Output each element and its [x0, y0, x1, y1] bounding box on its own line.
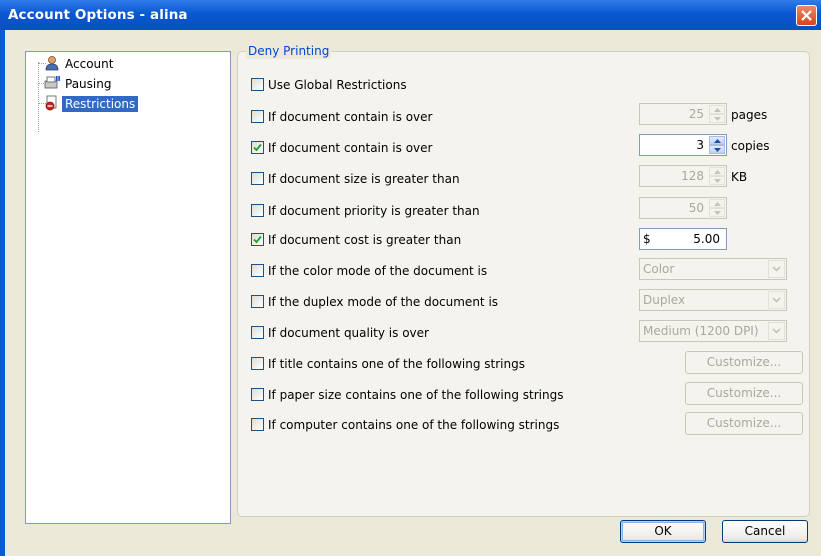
arrow-down-icon: [714, 211, 721, 215]
copies-unit: copies: [731, 139, 770, 153]
restrictions-icon: [45, 95, 57, 111]
window-title: Account Options - alina: [8, 7, 188, 23]
checkbox-label: If document contain is over: [268, 141, 433, 155]
spin-up-button[interactable]: [709, 105, 725, 114]
priority-checkbox[interactable]: [251, 204, 264, 217]
size-spinner[interactable]: 128: [639, 165, 727, 187]
color-mode-select[interactable]: Color: [639, 258, 787, 280]
arrow-up-icon: [714, 202, 721, 206]
checkmark-icon: [253, 235, 262, 244]
size-checkbox[interactable]: [251, 172, 264, 185]
tree-item-restrictions[interactable]: Restrictions: [62, 96, 139, 112]
copies-spinner[interactable]: 3: [639, 134, 727, 156]
cost-value: 5.00: [693, 232, 720, 246]
tree-item-label: Pausing: [65, 77, 112, 91]
title-customize-button[interactable]: Customize...: [685, 351, 803, 374]
arrow-up-icon: [714, 139, 721, 143]
chevron-down-icon: [772, 297, 781, 303]
checkbox-label: If the color mode of the document is: [268, 264, 488, 278]
checkbox-label: If paper size contains one of the follow…: [268, 388, 564, 402]
dropdown-button[interactable]: [768, 260, 785, 278]
quality-checkbox[interactable]: [251, 326, 264, 339]
checkbox-label: If title contains one of the following s…: [268, 357, 525, 371]
arrow-up-icon: [714, 108, 721, 112]
quality-select[interactable]: Medium (1200 DPI): [639, 320, 787, 342]
ok-button[interactable]: OK: [620, 520, 706, 543]
paper-strings-checkbox[interactable]: [251, 388, 264, 401]
duplex-mode-checkbox[interactable]: [251, 295, 264, 308]
tree-connector: [38, 62, 39, 132]
select-value: Color: [643, 262, 675, 276]
close-button[interactable]: [796, 5, 817, 26]
paper-customize-button[interactable]: Customize...: [685, 382, 803, 405]
user-icon: [45, 56, 59, 71]
duplex-mode-select[interactable]: Duplex: [639, 289, 787, 311]
checkmark-icon: [253, 143, 262, 152]
dialog-client: Account Pausing Restrictions Deny Printi…: [5, 30, 821, 556]
spin-up-button[interactable]: [709, 167, 725, 176]
close-icon: [801, 10, 812, 21]
size-unit: KB: [731, 170, 748, 184]
tree-item-label: Restrictions: [65, 97, 136, 111]
spin-down-button[interactable]: [709, 145, 725, 154]
title-strings-checkbox[interactable]: [251, 357, 264, 370]
spin-down-button[interactable]: [709, 176, 725, 185]
select-value: Medium (1200 DPI): [643, 324, 759, 338]
checkbox-label: If document quality is over: [268, 326, 429, 340]
title-bar[interactable]: Account Options - alina: [0, 0, 821, 30]
checkbox-label: If computer contains one of the followin…: [268, 418, 560, 432]
printer-pause-icon: [44, 76, 60, 89]
pages-unit: pages: [731, 108, 768, 122]
chevron-down-icon: [772, 266, 781, 272]
checkbox-label: Use Global Restrictions: [268, 78, 407, 92]
global-restrictions-checkbox[interactable]: [251, 78, 264, 91]
select-value: Duplex: [643, 293, 686, 307]
arrow-down-icon: [714, 148, 721, 152]
spin-up-button[interactable]: [709, 136, 725, 145]
arrow-up-icon: [714, 170, 721, 174]
checkbox-label: If document contain is over: [268, 110, 433, 124]
currency-symbol: $: [643, 232, 651, 246]
chevron-down-icon: [772, 328, 781, 334]
cost-input[interactable]: $ 5.00: [639, 228, 727, 250]
priority-spinner[interactable]: 50: [639, 197, 727, 219]
arrow-down-icon: [714, 117, 721, 121]
spin-up-button[interactable]: [709, 199, 725, 208]
arrow-down-icon: [714, 179, 721, 183]
pages-checkbox[interactable]: [251, 110, 264, 123]
checkbox-label: If document priority is greater than: [268, 204, 480, 218]
spinner-value: 25: [688, 107, 704, 121]
spin-down-button[interactable]: [709, 208, 725, 217]
computer-customize-button[interactable]: Customize...: [685, 412, 803, 435]
color-mode-checkbox[interactable]: [251, 264, 264, 277]
spinner-value: 128: [681, 169, 704, 183]
checkbox-label: If document size is greater than: [268, 172, 460, 186]
cost-checkbox[interactable]: [251, 233, 264, 246]
group-title: Deny Printing: [246, 43, 332, 59]
pages-spinner[interactable]: 25: [639, 103, 727, 125]
computer-strings-checkbox[interactable]: [251, 418, 264, 431]
checkbox-label: If document cost is greater than: [268, 233, 462, 247]
spinner-value: 3: [696, 138, 704, 152]
tree-item-account[interactable]: Account: [62, 56, 116, 72]
cancel-button[interactable]: Cancel: [722, 520, 808, 543]
checkbox-label: If the duplex mode of the document is: [268, 295, 499, 309]
tree-item-label: Account: [65, 57, 114, 71]
spin-down-button[interactable]: [709, 114, 725, 123]
spinner-value: 50: [688, 201, 704, 215]
dropdown-button[interactable]: [768, 322, 785, 340]
options-tree[interactable]: Account Pausing Restrictions: [25, 51, 231, 524]
tree-item-pausing[interactable]: Pausing: [62, 76, 114, 92]
dropdown-button[interactable]: [768, 291, 785, 309]
copies-checkbox[interactable]: [251, 141, 264, 154]
